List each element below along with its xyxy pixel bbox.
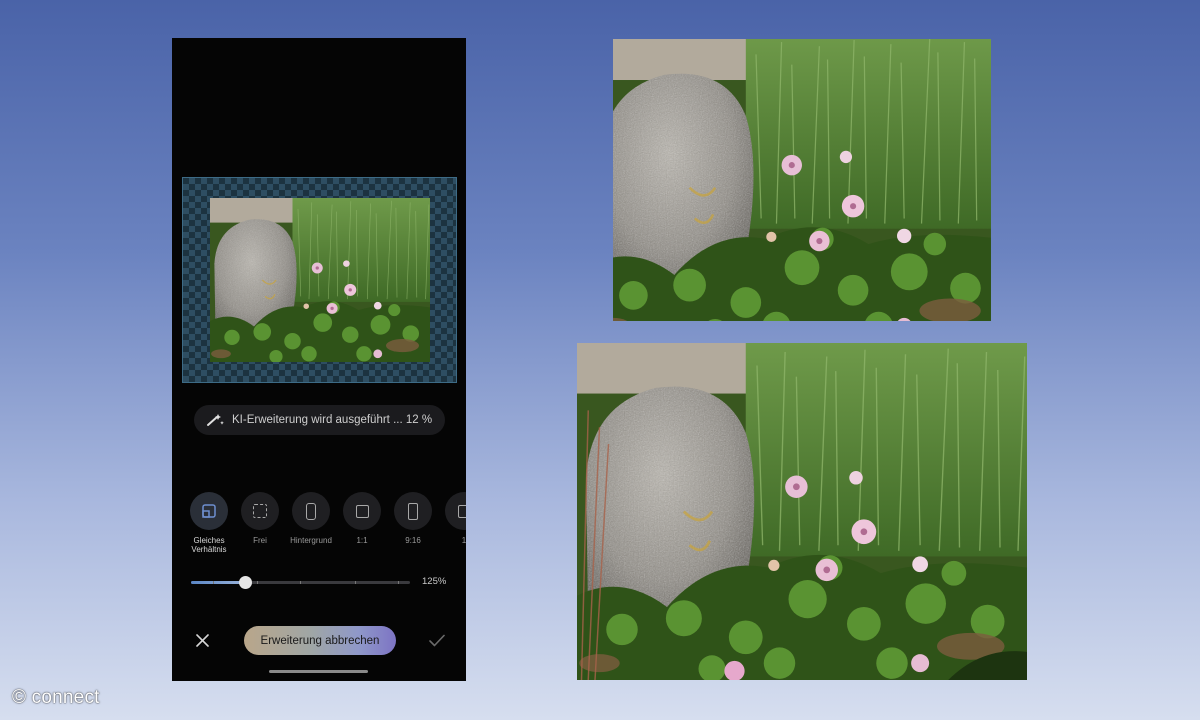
ratio-option-free[interactable]: Frei	[235, 492, 285, 545]
confirm-button[interactable]	[427, 630, 447, 650]
portrait-icon	[408, 502, 418, 520]
ratio-label-9-16: 9:16	[405, 536, 421, 545]
ratio-label-free: Frei	[253, 536, 267, 545]
square-icon	[355, 504, 369, 518]
ratio-option-1-1[interactable]: 1:1	[337, 492, 387, 545]
ratio-option-next[interactable]: 1	[439, 492, 466, 545]
zoom-slider-fill	[191, 581, 246, 584]
ratio-label-next: 1	[461, 536, 466, 545]
same-ratio-icon	[202, 504, 216, 518]
ai-progress-status: KI-Erweiterung wird ausgeführt ... 12 %	[194, 405, 445, 435]
phone-background-icon	[306, 502, 316, 520]
ratio-option-background[interactable]: Hintergrund	[286, 492, 336, 545]
cancel-expansion-button[interactable]: Erweiterung abbrechen	[244, 626, 396, 655]
close-icon	[195, 633, 209, 647]
zoom-tick	[213, 581, 214, 584]
zoom-tick	[257, 581, 258, 584]
zoom-tick	[355, 581, 356, 584]
ai-expanded-photo	[577, 343, 1027, 680]
phone-editor-screen: KI-Erweiterung wird ausgeführt ... 12 % …	[172, 38, 466, 681]
original-photo-preview	[210, 198, 430, 362]
zoom-tick	[398, 581, 399, 584]
progress-text: KI-Erweiterung wird ausgeführt ... 12 %	[232, 414, 433, 426]
aspect-ratio-options: Gleiches Verhältnis Frei Hintergrund 1:1…	[184, 492, 466, 562]
original-photo	[613, 39, 991, 321]
zoom-value: 125%	[422, 576, 447, 587]
ratio-label-1-1: 1:1	[356, 536, 368, 545]
ratio-option-same[interactable]: Gleiches Verhältnis	[184, 492, 234, 554]
ratio-label-background: Hintergrund	[290, 536, 332, 545]
expansion-canvas[interactable]	[182, 177, 457, 383]
check-icon	[429, 634, 445, 646]
home-indicator	[269, 670, 368, 673]
watermark: © connect	[12, 687, 100, 708]
ratio-option-9-16[interactable]: 9:16	[388, 492, 438, 545]
zoom-tick	[300, 581, 301, 584]
zoom-slider-thumb[interactable]	[239, 576, 253, 589]
ratio-icon	[457, 504, 466, 518]
zoom-slider[interactable]	[191, 576, 410, 589]
ai-magic-wand-icon	[207, 414, 224, 426]
free-crop-icon	[253, 504, 267, 518]
close-button[interactable]	[192, 630, 212, 650]
ratio-label-same: Gleiches Verhältnis	[191, 536, 227, 554]
